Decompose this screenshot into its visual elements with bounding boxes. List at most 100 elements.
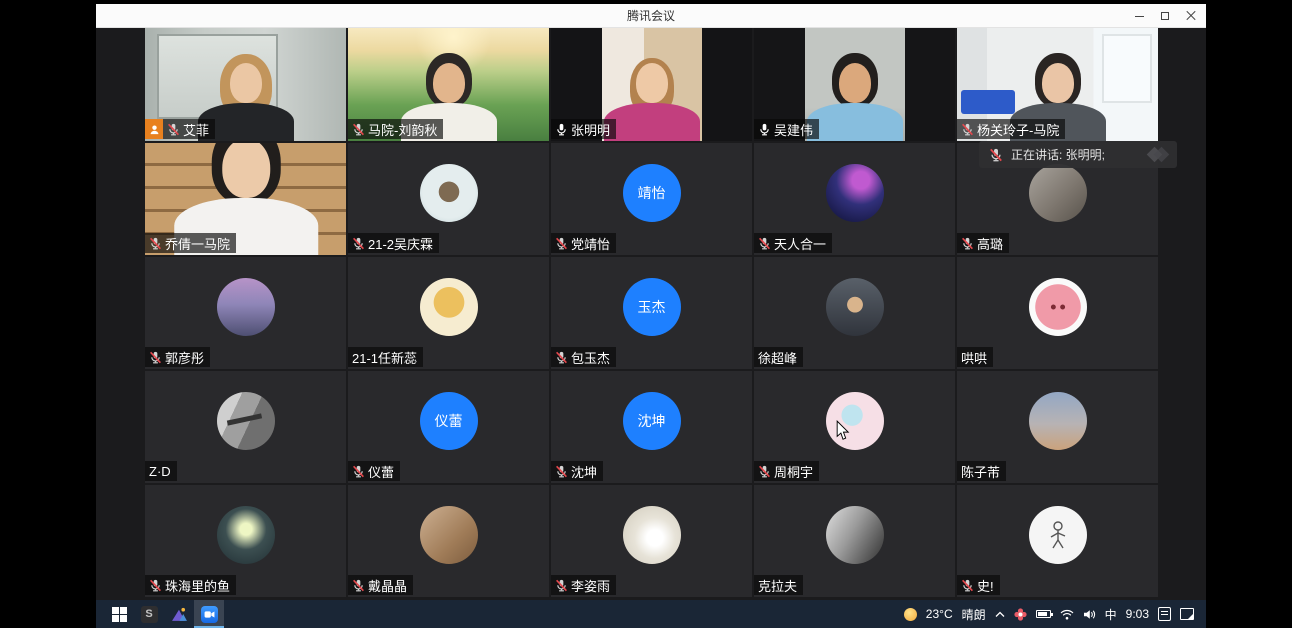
maximize-button[interactable] <box>1152 4 1178 28</box>
tile-honghong[interactable]: 哄哄 <box>957 257 1158 369</box>
mic-muted-icon <box>961 123 974 136</box>
clock[interactable]: 9:03 <box>1126 607 1149 621</box>
tile-qiaoqian[interactable]: 乔倩一马院 <box>145 143 346 255</box>
participant-nametag: 李姿雨 <box>551 575 616 595</box>
mic-muted-icon <box>352 465 365 478</box>
participant-nametag: 哄哄 <box>957 347 993 367</box>
participant-nametag: 吴建伟 <box>754 119 819 139</box>
speaking-toast-text: 正在讲话: 张明明; <box>1011 146 1105 163</box>
taskbar-app-s[interactable]: S <box>134 600 164 628</box>
participant-name: 吴建伟 <box>774 120 813 139</box>
tile-liuyunqiu[interactable]: 马院-刘韵秋 <box>348 28 549 141</box>
participant-nametag: 包玉杰 <box>551 347 616 367</box>
mic-muted-icon <box>555 351 568 364</box>
tile-tianrenheyi[interactable]: 天人合一 <box>754 143 955 255</box>
tile-shenkun[interactable]: 沈坤 沈坤 <box>551 371 752 483</box>
desktop-screen: 腾讯会议 艾菲 <box>96 4 1206 628</box>
participant-grid: 艾菲 马院-刘韵秋 <box>145 28 1158 597</box>
mic-muted-icon <box>555 579 568 592</box>
battery-icon[interactable] <box>1036 610 1051 618</box>
participant-nametag: 戴晶晶 <box>348 575 413 595</box>
participant-nametag: 杨关玲子-马院 <box>957 119 1065 139</box>
mic-muted-icon <box>758 237 771 250</box>
avatar-initials: 沈坤 <box>623 392 681 450</box>
participant-name: 陈子芾 <box>961 462 1000 481</box>
participant-name: 乔倩一马院 <box>165 234 230 253</box>
avatar <box>1029 164 1087 222</box>
participant-name: 马院-刘韵秋 <box>368 120 437 139</box>
participant-name: 张明明 <box>571 120 610 139</box>
tile-renxinrui[interactable]: 21-1任新蕊 <box>348 257 549 369</box>
participant-name: 克拉夫 <box>758 576 797 595</box>
notes-icon[interactable] <box>1158 607 1171 621</box>
tile-chenzifu[interactable]: 陈子芾 <box>957 371 1158 483</box>
weather-text[interactable]: 晴朗 <box>962 606 986 623</box>
tile-daijingjing[interactable]: 戴晶晶 <box>348 485 549 597</box>
tile-xuchaofeng[interactable]: 徐超峰 <box>754 257 955 369</box>
taskbar-app-mountain[interactable] <box>164 600 194 628</box>
toast-watermark <box>1149 149 1167 160</box>
avatar <box>1029 278 1087 336</box>
close-button[interactable] <box>1178 4 1204 28</box>
action-center-icon[interactable] <box>1180 608 1194 620</box>
ime-indicator[interactable]: 中 <box>1105 606 1117 623</box>
tile-zd[interactable]: Z·D <box>145 371 346 483</box>
mic-muted-icon <box>989 148 1003 162</box>
meeting-content: 艾菲 马院-刘韵秋 <box>96 28 1206 600</box>
temperature-text[interactable]: 23°C <box>926 607 953 621</box>
tile-baoyujie[interactable]: 玉杰 包玉杰 <box>551 257 752 369</box>
speaker-icon[interactable] <box>1083 609 1096 620</box>
avatar <box>826 278 884 336</box>
mountain-app-icon <box>171 606 188 623</box>
avatar <box>217 392 275 450</box>
participant-name: 天人合一 <box>774 234 826 253</box>
mic-muted-icon <box>167 123 180 136</box>
host-badge-icon <box>145 119 163 139</box>
minimize-button[interactable] <box>1126 4 1152 28</box>
participant-nametag: 徐超峰 <box>754 347 803 367</box>
avatar-initials: 玉杰 <box>623 278 681 336</box>
participant-name: 史! <box>977 576 994 595</box>
antivirus-flower-icon[interactable] <box>1014 608 1027 621</box>
participant-nametag: 史! <box>957 575 1000 595</box>
participant-name: 珠海里的鱼 <box>165 576 230 595</box>
tile-yangguanlingzi[interactable]: 杨关玲子-马院 <box>957 28 1158 141</box>
weather-sun-icon[interactable] <box>904 608 917 621</box>
avatar <box>1029 392 1087 450</box>
tile-yilei[interactable]: 仪蕾 仪蕾 <box>348 371 549 483</box>
mic-muted-icon <box>555 465 568 478</box>
tile-zhoutongyu[interactable]: 周桐宇 <box>754 371 955 483</box>
participant-nametag: 沈坤 <box>551 461 603 481</box>
tile-liziyu[interactable]: 李姿雨 <box>551 485 752 597</box>
start-button[interactable] <box>104 600 134 628</box>
tile-zhuhailideyu[interactable]: 珠海里的鱼 <box>145 485 346 597</box>
avatar <box>1029 506 1087 564</box>
participant-nametag: 高璐 <box>957 233 1009 253</box>
tile-wujianwei[interactable]: 吴建伟 <box>754 28 955 141</box>
tile-guoyantong[interactable]: 郭彦彤 <box>145 257 346 369</box>
tile-wuqinglin[interactable]: 21-2吴庆霖 <box>348 143 549 255</box>
tray-expand-chevron-icon[interactable] <box>995 611 1005 618</box>
participant-name: 21-2吴庆霖 <box>368 234 433 253</box>
wifi-icon[interactable] <box>1060 609 1074 620</box>
taskbar-app-tencent-meeting[interactable] <box>194 600 224 628</box>
person-figure <box>602 28 702 141</box>
tile-aifei[interactable]: 艾菲 <box>145 28 346 141</box>
windows-taskbar: S 23°C 晴朗 <box>96 600 1206 628</box>
tile-kelafu[interactable]: 克拉夫 <box>754 485 955 597</box>
participant-nametag: 21-2吴庆霖 <box>348 233 439 253</box>
participant-name: 包玉杰 <box>571 348 610 367</box>
mic-muted-icon <box>352 579 365 592</box>
mic-on-icon <box>758 123 771 136</box>
tile-zhangmingming[interactable]: 张明明 <box>551 28 752 141</box>
tile-shi[interactable]: 史! <box>957 485 1158 597</box>
avatar <box>217 506 275 564</box>
participant-name: 艾菲 <box>183 120 209 139</box>
system-tray: 23°C 晴朗 中 9:03 <box>904 600 1206 628</box>
tile-dangjingyi[interactable]: 靖怡 党靖怡 <box>551 143 752 255</box>
avatar <box>420 164 478 222</box>
mouse-cursor <box>836 420 850 441</box>
avatar <box>826 392 884 450</box>
participant-name: 李姿雨 <box>571 576 610 595</box>
maximize-icon <box>1161 12 1169 20</box>
